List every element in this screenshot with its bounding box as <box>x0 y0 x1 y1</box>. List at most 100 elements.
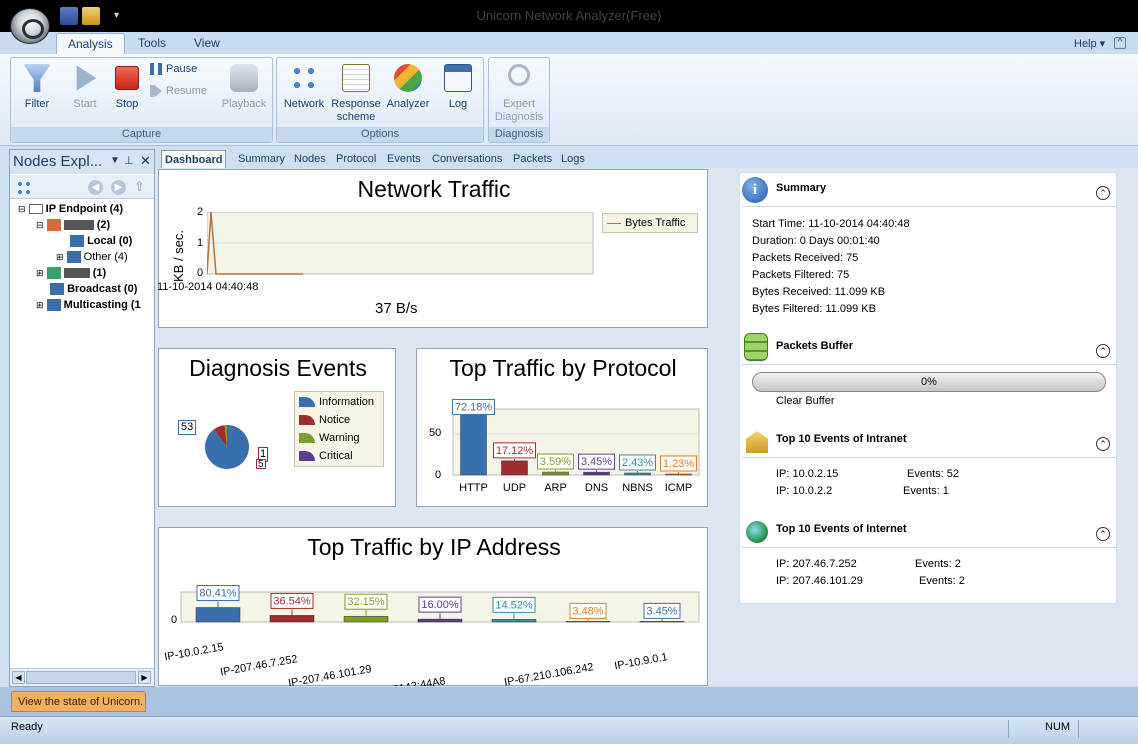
bar-label-1: 36.54% <box>273 595 311 607</box>
tab-events[interactable]: Events <box>384 150 424 168</box>
intranet-events-2: Events: 1 <box>903 485 949 497</box>
tab-protocol[interactable]: Protocol <box>333 150 379 168</box>
tab-logs[interactable]: Logs <box>558 150 588 168</box>
start-label: Start <box>73 98 97 110</box>
minimize-ribbon-icon[interactable]: ^ <box>1114 37 1126 49</box>
bar-3 <box>417 618 463 623</box>
database-icon <box>744 333 768 361</box>
tab-conversations[interactable]: Conversations <box>429 150 505 168</box>
intranet-icon <box>746 431 768 453</box>
pause-label: Pause <box>166 63 198 75</box>
start-button[interactable]: Start <box>66 64 104 111</box>
traffic-ytick-0: 0 <box>197 267 204 279</box>
forward-icon[interactable]: ▶ <box>111 180 126 195</box>
horizontal-scrollbar[interactable]: ◀ ▶ <box>10 668 154 686</box>
response-scheme-button[interactable]: Response scheme <box>329 64 383 124</box>
info-tab[interactable]: View the state of Unicorn. <box>11 691 146 712</box>
filter-button[interactable]: Filter <box>18 64 56 111</box>
category-label-0: IP-10.0.2.15 <box>163 641 224 663</box>
analyzer-button[interactable]: Analyzer <box>384 64 432 111</box>
pause-button[interactable]: Pause <box>150 63 197 76</box>
network-traffic-panel: Network Traffic KB / sec. 2 1 0 11-10-20… <box>157 169 708 328</box>
tab-analysis[interactable]: Analysis <box>56 33 125 54</box>
diagnosis-title: Diagnosis Events <box>189 355 367 381</box>
category-label-2: IP-207.46.101.29 <box>287 663 372 686</box>
summary-collapse-icon[interactable]: ⌃ <box>1096 186 1110 200</box>
tree-node-2[interactable]: ⊞ (1) <box>36 267 106 280</box>
scroll-right-icon[interactable]: ▶ <box>138 671 151 684</box>
divider <box>742 547 1116 548</box>
tab-dashboard[interactable]: Dashboard <box>161 150 227 168</box>
scroll-thumb[interactable] <box>26 671 136 684</box>
tab-packets[interactable]: Packets <box>510 150 555 168</box>
back-icon[interactable]: ◀ <box>88 180 103 195</box>
category-label-2: ARP <box>544 482 567 494</box>
summary-bytes-received: Bytes Received: 11.099 KB <box>752 286 886 298</box>
bar-label-0: 80.41% <box>199 588 237 600</box>
bar-label-3: 16.00% <box>421 599 459 611</box>
summary-side-panel: i Summary ⌃ Start Time: 11-10-2014 04:40… <box>739 172 1117 604</box>
bar-0 <box>460 415 487 476</box>
customize-quick-access-icon[interactable]: ▾ <box>114 10 119 21</box>
open-folder-icon[interactable] <box>82 7 100 25</box>
save-icon[interactable] <box>60 7 78 25</box>
up-icon[interactable]: ⇧ <box>134 179 145 195</box>
tree-local[interactable]: Local (0) <box>70 235 133 248</box>
intranet-ip-1: IP: 10.0.2.15 <box>776 468 839 480</box>
intranet-events-1: Events: 52 <box>907 468 959 480</box>
panel-dropdown-icon[interactable]: ▼ <box>110 155 120 166</box>
app-menu-button[interactable] <box>10 8 50 44</box>
protocol-title: Top Traffic by Protocol <box>449 355 677 381</box>
bar-1 <box>501 460 528 476</box>
protocol-ytick-0: 0 <box>435 469 442 481</box>
output-tab-strip <box>0 687 1138 716</box>
help-menu[interactable]: Help ▾ <box>1074 37 1105 50</box>
tree-broadcast[interactable]: Broadcast (0) <box>50 283 137 296</box>
summary-bytes-filtered: Bytes Filtered: 11.099 KB <box>752 303 876 315</box>
scheme-label: scheme <box>336 111 376 123</box>
pin-icon[interactable]: ⊥ <box>124 154 134 167</box>
tree-multicasting[interactable]: ⊞ Multicasting (1 <box>36 299 141 312</box>
stop-button[interactable]: Stop <box>108 64 146 111</box>
tab-view[interactable]: View <box>183 33 231 54</box>
category-label-6: IP-10.9.0.1 <box>613 651 668 672</box>
tree-label: Multicasting (1 <box>63 299 141 311</box>
summary-heading: Summary <box>776 182 827 194</box>
internet-collapse-icon[interactable]: ⌃ <box>1096 527 1110 541</box>
legend-label: Warning <box>319 432 360 444</box>
playback-label: Playback <box>221 98 267 110</box>
playback-button[interactable]: Playback <box>220 64 268 111</box>
tree-ip-endpoint[interactable]: ⊟ IP Endpoint (4) <box>18 203 123 215</box>
tree-label: Local (0) <box>87 235 133 247</box>
bar-4 <box>491 619 537 623</box>
category-label-5: IP-67.210.106.242 <box>503 661 594 686</box>
category-label-4: NBNS <box>622 482 653 494</box>
tree-other[interactable]: ⊞ Other (4) <box>56 251 128 264</box>
tab-summary[interactable]: Summary <box>235 150 288 168</box>
title-bar: Unicorn Network Analyzer(Free) <box>0 0 1138 32</box>
pie-label-notice: 5 <box>256 459 266 469</box>
tab-tools[interactable]: Tools <box>127 33 177 54</box>
filter-icon <box>23 64 51 92</box>
tab-nodes[interactable]: Nodes <box>291 150 329 168</box>
intranet-collapse-icon[interactable]: ⌃ <box>1096 437 1110 451</box>
traffic-ylabel: KB / sec. <box>171 229 186 282</box>
group-capture-label: Capture <box>11 127 272 142</box>
log-button[interactable]: Log <box>440 64 476 111</box>
status-ready: Ready <box>11 721 43 733</box>
tree-node-1[interactable]: ⊟ (2) <box>36 219 111 232</box>
legend-swatch <box>299 451 315 462</box>
scroll-left-icon[interactable]: ◀ <box>12 671 25 684</box>
resume-button[interactable]: Resume <box>150 85 207 98</box>
magnifier-icon <box>508 64 530 86</box>
expert-diagnosis-button[interactable]: Expert Diagnosis <box>494 64 544 124</box>
bar-label-5: 3.48% <box>572 605 603 617</box>
resume-icon <box>150 85 162 98</box>
node-map-icon[interactable] <box>16 180 32 194</box>
clear-buffer-link[interactable]: Clear Buffer <box>776 395 835 407</box>
bar-label-0: 72.18% <box>455 401 493 413</box>
network-button[interactable]: Network <box>281 64 327 111</box>
buffer-collapse-icon[interactable]: ⌃ <box>1096 344 1110 358</box>
tree-label: (2) <box>96 219 111 231</box>
close-icon[interactable]: ✕ <box>140 153 151 169</box>
